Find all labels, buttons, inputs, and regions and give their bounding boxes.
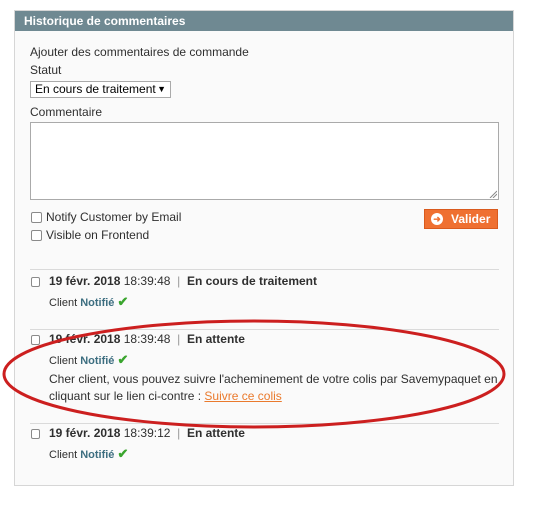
annotation-oval — [2, 319, 506, 429]
